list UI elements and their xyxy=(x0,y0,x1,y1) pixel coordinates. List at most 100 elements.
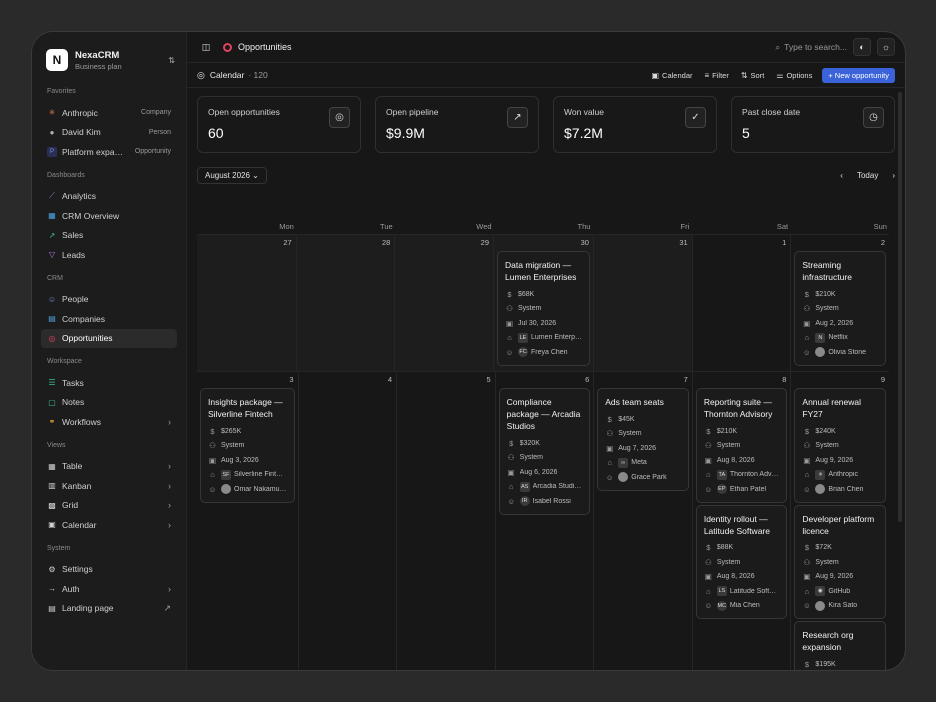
sidebar-item-workflows[interactable]: ⚭ Workflows › xyxy=(41,412,177,432)
day-number: 6 xyxy=(585,375,590,384)
sidebar-item-landing-page[interactable]: ▤ Landing page ↗ xyxy=(41,599,177,619)
opportunity-card[interactable]: Identity rollout — Latitude Software $ $88… xyxy=(695,504,788,619)
card-field: ▣ Aug 9, 2026 xyxy=(802,453,878,468)
day-of-week-sun: Sun xyxy=(873,222,887,231)
opportunity-card[interactable]: Annual renewal FY27 $ $240K ⚇ System ▣ Aug 9, … xyxy=(794,388,886,503)
stat-value: 60 xyxy=(208,125,224,141)
calendar-day[interactable]: 6 Compliance package — Arcadia Studios $ $3… xyxy=(494,372,594,670)
sidebar-item-grid[interactable]: ▩ Grid › xyxy=(41,496,177,516)
card-field-value: $88K xyxy=(716,544,734,552)
calendar-day[interactable]: 1 xyxy=(691,235,791,371)
today-button[interactable]: Today xyxy=(857,171,878,180)
scrollbar[interactable] xyxy=(898,92,902,522)
opportunity-card[interactable]: Data migration — Lumen Enterprises $ $68K ⚇… xyxy=(497,251,590,366)
card-field: $ $210K xyxy=(802,287,878,302)
sidebar-item-label: Sales xyxy=(62,230,84,241)
user-cog-icon: ⚇ xyxy=(507,453,515,463)
opportunity-card[interactable]: Insights package — Silverline Fintech $ $2… xyxy=(200,388,295,503)
sidebar-item-david-kim[interactable]: ● David Kim Person xyxy=(41,123,177,143)
sidebar-item-anthropic[interactable]: ✳ Anthropic Company xyxy=(41,103,177,123)
sidebar-item-label: Table xyxy=(62,461,83,472)
sun-icon[interactable]: ☼ xyxy=(877,38,895,56)
sidebar-item-settings[interactable]: ⚙ Settings xyxy=(41,560,177,580)
sidebar-item-notes[interactable]: ▢ Notes xyxy=(41,393,177,413)
sidebar-item-leads[interactable]: ▽ Leads xyxy=(41,245,177,265)
calendar-day[interactable]: 4 xyxy=(297,372,397,670)
card-field: ▣ Jul 30, 2026 xyxy=(505,316,582,331)
auth-icon: → xyxy=(48,584,56,594)
sidebar-group-dashboards: Dashboards ⟋ Analytics ▦ CRM Overview ↗ Sales ▽… xyxy=(41,172,177,265)
sidebar-item-opportunities[interactable]: ◎ Opportunities xyxy=(41,328,177,348)
building-icon: ⌂ xyxy=(706,470,711,480)
next-month-icon[interactable]: › xyxy=(892,171,895,180)
sidebar-item-crm-overview[interactable]: ▦ CRM Overview xyxy=(41,206,177,226)
topbar: ◫ Opportunities ⌕ Type to search... ◐ ☼ xyxy=(187,32,905,63)
search-input[interactable]: ⌕ Type to search... xyxy=(775,42,847,53)
palette-icon[interactable]: ◐ xyxy=(853,38,871,56)
avatar: MC xyxy=(716,600,727,611)
opportunity-card[interactable]: Streaming infrastructure $ $210K ⚇ System ▣ Au… xyxy=(794,251,886,366)
sidebar-item-table[interactable]: ▦ Table › xyxy=(41,457,177,477)
calendar-week: 3 Insights package — Silverline Fintech $ $… xyxy=(197,371,889,670)
sidebar-item-sales[interactable]: ↗ Sales xyxy=(41,226,177,246)
user-cog-icon: ⚇ xyxy=(209,441,216,451)
calendar-day[interactable]: 28 xyxy=(295,235,395,371)
record-count: · 120 xyxy=(248,70,268,80)
target-icon: ◎ xyxy=(197,69,205,80)
sidebar-item-label: Workflows xyxy=(62,416,102,427)
card-field-value: Aug 8, 2026 xyxy=(716,573,755,581)
opportunity-card[interactable]: Ads team seats $ $45K ⚇ System ▣ Aug 7, 2026 ⌂ ∞… xyxy=(597,388,689,491)
calendar-day[interactable]: 8 Reporting suite — Thornton Advisory $ $21… xyxy=(691,372,791,670)
calendar-icon: ▣ xyxy=(507,467,515,477)
view-name[interactable]: Calendar xyxy=(210,70,245,80)
prev-month-icon[interactable]: ‹ xyxy=(840,171,843,180)
sort-button[interactable]: ⇅ Sort xyxy=(741,71,764,80)
opportunity-card[interactable]: Developer platform licence $ $72K ⚇ System ▣ A… xyxy=(794,504,886,619)
opportunity-card[interactable]: Compliance package — Arcadia Studios $ $32… xyxy=(498,388,591,515)
options-button[interactable]: ⚌ Options xyxy=(776,71,812,80)
new-opportunity-button[interactable]: + New opportunity xyxy=(822,67,895,83)
user-icon: ☺ xyxy=(505,347,514,357)
month-label: August 2026 xyxy=(205,170,250,180)
stat-value: 5 xyxy=(742,125,750,141)
calendar-view-button[interactable]: ▣ Calendar xyxy=(651,71,692,80)
day-of-week-mon: Mon xyxy=(279,222,294,231)
sidebar-item-people[interactable]: ☺ People xyxy=(41,290,177,310)
stats-row: Open opportunities 60 ◎ Open pipeline $9.9M ↗… xyxy=(187,88,905,153)
sidebar-item-platform-expa[interactable]: P Platform expa… Opportunity xyxy=(41,142,177,162)
user-icon: ☺ xyxy=(803,601,811,611)
sidebar-toggle-icon[interactable]: ◫ xyxy=(197,38,215,56)
calendar-day[interactable]: 31 xyxy=(592,235,692,371)
sidebar-item-analytics[interactable]: ⟋ Analytics xyxy=(41,187,177,207)
card-field-value: Kira Sato xyxy=(828,602,858,610)
calendar-icon: ▣ xyxy=(803,318,811,328)
filter-button[interactable]: ≡ Filter xyxy=(704,71,728,80)
day-of-week-wed: Wed xyxy=(476,222,492,231)
workspace-plan: Business plan xyxy=(75,61,122,71)
workspace-switcher[interactable]: N NexaCRM Business plan ⇅ xyxy=(46,46,177,74)
sidebar-item-kanban[interactable]: ▥ Kanban › xyxy=(41,476,177,496)
calendar-day[interactable]: 27 xyxy=(197,235,296,371)
month-select[interactable]: August 2026 ⌄ xyxy=(197,166,267,184)
calendar-day[interactable]: 5 xyxy=(396,372,495,670)
filter-label: Filter xyxy=(712,70,729,80)
sidebar-item-auth[interactable]: → Auth › xyxy=(41,579,177,599)
calendar-day[interactable]: 7 Ads team seats $ $45K ⚇ System ▣ Aug 7, 2026 ⌂… xyxy=(593,372,692,670)
stat-icon: ◷ xyxy=(863,107,884,128)
sidebar-group-crm: CRM ☺ People ▤ Companies ◎ Opportunities xyxy=(41,275,177,348)
page-title: Opportunities xyxy=(223,42,292,52)
sidebar-item-label: People xyxy=(62,294,89,305)
calendar-day[interactable]: 2 Streaming infrastructure $ $210K ⚇ System ▣ A… xyxy=(790,235,889,371)
stat-value: $7.2M xyxy=(564,125,603,141)
calendar-day[interactable]: 9 Annual renewal FY27 $ $240K ⚇ System ▣ Aug 9,… xyxy=(790,372,889,670)
opportunity-card[interactable]: Reporting suite — Thornton Advisory $ $210… xyxy=(695,388,788,503)
calendar-day[interactable]: 3 Insights package — Silverline Fintech $ $… xyxy=(197,372,298,670)
calendar-day[interactable]: 29 xyxy=(394,235,493,371)
card-field-value: Aug 7, 2026 xyxy=(618,444,657,452)
sidebar-item-calendar[interactable]: ▣ Calendar › xyxy=(41,515,177,535)
sidebar-item-tasks[interactable]: ☰ Tasks xyxy=(41,373,177,393)
calendar-icon: ▣ xyxy=(803,455,811,465)
opportunity-card[interactable]: Research org expansion$$195K⚇Alex Morgan… xyxy=(794,621,886,670)
calendar-day[interactable]: 30 Data migration — Lumen Enterprises $ $68… xyxy=(493,235,593,371)
sidebar-item-companies[interactable]: ▤ Companies xyxy=(41,309,177,329)
